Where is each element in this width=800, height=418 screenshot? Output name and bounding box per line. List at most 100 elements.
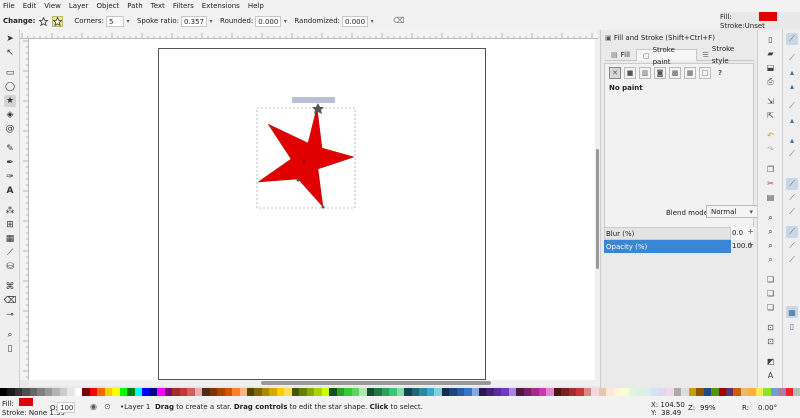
text-tool-icon[interactable]: A	[4, 185, 16, 197]
randomized-spinner[interactable]: ▾	[368, 16, 376, 27]
palette-swatch[interactable]	[187, 388, 195, 396]
ellipse-tool-icon[interactable]: ◯	[4, 81, 16, 93]
palette-swatch[interactable]	[785, 388, 794, 396]
palette-swatch[interactable]	[546, 388, 554, 396]
palette-swatch[interactable]	[7, 388, 15, 396]
palette-swatch[interactable]	[681, 388, 689, 396]
palette-swatch[interactable]	[755, 388, 764, 396]
cut-icon[interactable]: ✂	[765, 178, 776, 189]
palette-swatch[interactable]	[276, 388, 285, 396]
menu-item-layer[interactable]: Layer	[69, 2, 89, 10]
palette-swatch[interactable]	[426, 388, 435, 396]
palette-swatch[interactable]	[688, 388, 697, 396]
palette-swatch[interactable]	[336, 388, 345, 396]
palette-swatch[interactable]	[531, 388, 539, 396]
palette-swatch[interactable]	[411, 388, 420, 396]
paint-bucket-tool-icon[interactable]: ⛁	[4, 261, 16, 273]
rectangle-tool-icon[interactable]: ▭	[4, 67, 16, 79]
palette-swatch[interactable]	[381, 388, 390, 396]
palette-swatch[interactable]	[733, 388, 741, 396]
palette-swatch[interactable]	[598, 388, 607, 396]
snap-bbox-icon[interactable]: ⟋	[786, 52, 798, 64]
unlink-clone-icon[interactable]: ❏	[765, 302, 776, 313]
lock-icon[interactable]: ⊙	[104, 402, 111, 411]
snap-midpoint-icon[interactable]: ⟋	[786, 178, 798, 190]
connector-tool-icon[interactable]: ⊸	[4, 309, 16, 321]
menu-item-path[interactable]: Path	[127, 2, 142, 10]
redo-icon[interactable]: ↷	[765, 144, 776, 155]
menu-item-file[interactable]: File	[3, 2, 15, 10]
palette-swatch[interactable]	[359, 388, 367, 396]
import-icon[interactable]: ⇲	[765, 96, 776, 107]
palette-swatch[interactable]	[67, 388, 75, 396]
palette-swatch[interactable]	[434, 388, 442, 396]
palette-swatch[interactable]	[157, 388, 165, 396]
export-icon[interactable]: ⇱	[765, 110, 776, 121]
fill-stroke-dialog-icon[interactable]: ◩	[765, 356, 776, 367]
snap-rotation-icon[interactable]: ⟋	[786, 206, 798, 218]
palette-swatch[interactable]	[224, 388, 233, 396]
palette-swatch[interactable]	[516, 388, 524, 396]
palette-swatch[interactable]	[14, 388, 23, 396]
ungroup-icon[interactable]: ⊡	[765, 336, 776, 347]
palette-swatch[interactable]	[471, 388, 479, 396]
palette-swatch[interactable]	[479, 388, 487, 396]
palette-swatch[interactable]	[576, 388, 584, 396]
palette-swatch[interactable]	[261, 388, 270, 396]
zoom-width-icon[interactable]: ⌕	[765, 254, 776, 265]
palette-swatch[interactable]	[389, 388, 397, 396]
palette-swatch[interactable]	[673, 388, 682, 396]
snap-toggle-icon[interactable]: ⟋	[786, 33, 798, 45]
star-shape[interactable]	[257, 106, 355, 208]
save-icon[interactable]: ⬓	[765, 62, 776, 73]
corners-spinner[interactable]: ▾	[124, 16, 132, 27]
snap-center-icon[interactable]: ⟋	[786, 192, 798, 204]
status-opacity-input[interactable]: 100	[57, 402, 75, 413]
palette-swatch[interactable]	[374, 388, 382, 396]
palette-swatch[interactable]	[217, 388, 225, 396]
palette-swatch[interactable]	[456, 388, 465, 396]
palette-swatch[interactable]	[291, 388, 300, 396]
palette-swatch[interactable]	[44, 388, 53, 396]
menu-item-object[interactable]: Object	[96, 2, 119, 10]
palette-swatch[interactable]	[209, 388, 218, 396]
menu-item-help[interactable]: Help	[248, 2, 264, 10]
palette-swatch[interactable]	[621, 388, 629, 396]
mesh-tool-icon[interactable]: ▦	[4, 233, 16, 245]
tab-fill[interactable]: ▤ Fill	[605, 49, 636, 61]
palette-swatch[interactable]	[606, 388, 614, 396]
blur-slider[interactable]: Blur (%) 0.0 +	[604, 227, 754, 240]
measure-tool-icon[interactable]: ⊞	[4, 219, 16, 231]
rounded-input[interactable]: 0.000	[255, 15, 282, 27]
no-paint-button[interactable]: ✕	[609, 67, 621, 79]
palette-swatch[interactable]	[583, 388, 592, 396]
palette-swatch[interactable]	[306, 388, 315, 396]
palette-swatch[interactable]	[508, 388, 517, 396]
palette-swatch[interactable]	[232, 388, 240, 396]
palette-swatch[interactable]	[778, 388, 786, 396]
print-icon[interactable]: ⎙	[765, 76, 776, 87]
dropper-tool-icon[interactable]: ⟋	[4, 247, 16, 259]
palette-swatch[interactable]	[696, 388, 704, 396]
zoom-selection-icon[interactable]: ⌕	[765, 212, 776, 223]
palette-swatch[interactable]	[441, 388, 450, 396]
palette-swatch[interactable]	[725, 388, 734, 396]
palette-swatch[interactable]	[486, 388, 494, 396]
palette-swatch[interactable]	[419, 388, 427, 396]
palette-swatch[interactable]	[299, 388, 307, 396]
rounded-spinner[interactable]: ▾	[281, 16, 289, 27]
palette-swatch[interactable]	[22, 388, 30, 396]
group-icon[interactable]: ⊡	[765, 322, 776, 333]
pencil-tool-icon[interactable]: ✎	[4, 143, 16, 155]
palette-swatch[interactable]	[748, 388, 756, 396]
palette-swatch[interactable]	[351, 388, 360, 396]
radial-gradient-button[interactable]: ◙	[654, 67, 666, 79]
palette-swatch[interactable]	[628, 388, 637, 396]
palette-swatch[interactable]	[793, 388, 800, 396]
rotation-input[interactable]: 0.00°	[758, 404, 777, 412]
palette-swatch[interactable]	[561, 388, 569, 396]
snap-bbox-corner-icon[interactable]: ▴	[786, 80, 798, 92]
menu-item-text[interactable]: Text	[151, 2, 165, 10]
blur-value[interactable]: 0.0	[732, 229, 743, 237]
star-mode-button[interactable]	[52, 15, 64, 27]
